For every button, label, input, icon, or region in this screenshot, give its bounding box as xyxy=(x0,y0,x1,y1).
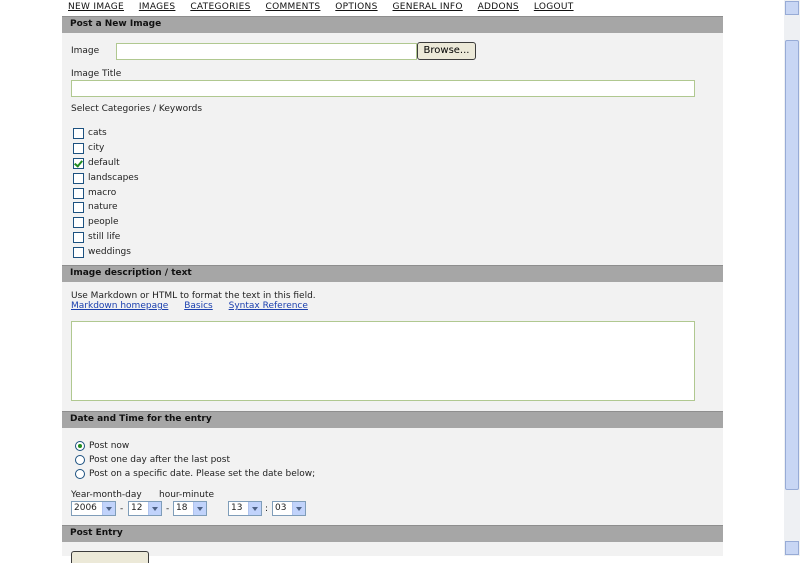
category-item[interactable]: macro xyxy=(73,186,116,200)
markdown-homepage-link[interactable]: Markdown homepage xyxy=(71,301,168,311)
category-item[interactable]: city xyxy=(73,141,104,155)
description-textarea[interactable] xyxy=(71,321,695,401)
category-label: still life xyxy=(88,232,121,242)
post-entry-header: Post Entry xyxy=(62,525,723,542)
syntax-reference-link[interactable]: Syntax Reference xyxy=(229,301,308,311)
category-checkbox[interactable] xyxy=(73,142,84,154)
chevron-down-icon[interactable] xyxy=(102,502,115,515)
category-item[interactable]: default xyxy=(73,156,120,170)
hour-select[interactable]: 13 xyxy=(228,501,262,516)
category-item[interactable]: weddings xyxy=(73,245,131,259)
image-file-input[interactable] xyxy=(116,43,417,60)
category-label: nature xyxy=(88,202,118,212)
day-value: 18 xyxy=(176,503,188,513)
description-header: Image description / text xyxy=(62,265,723,282)
category-checkbox[interactable] xyxy=(73,127,84,139)
post-after-last-label: Post one day after the last post xyxy=(89,455,231,465)
scrollbar-thumb[interactable] xyxy=(785,40,799,490)
year-value: 2006 xyxy=(74,503,97,513)
image-title-label: Image Title xyxy=(71,69,122,79)
post-now-label: Post now xyxy=(89,441,130,451)
hm-label: hour-minute xyxy=(159,490,215,500)
minute-value: 03 xyxy=(275,503,287,513)
category-checkbox[interactable] xyxy=(73,187,84,199)
image-title-input[interactable] xyxy=(71,80,695,97)
category-item[interactable]: still life xyxy=(73,230,120,244)
post-now-radio[interactable] xyxy=(75,441,85,451)
chevron-down-icon[interactable] xyxy=(148,502,161,515)
month-select[interactable]: 12 xyxy=(128,501,162,516)
markdown-links: Markdown homepage Basics Syntax Referenc… xyxy=(71,301,321,311)
nav-options[interactable]: OPTIONS xyxy=(335,2,377,12)
hour-value: 13 xyxy=(231,503,243,513)
nav-images[interactable]: IMAGES xyxy=(139,2,176,12)
post-after-last-option[interactable]: Post one day after the last post xyxy=(75,453,230,467)
category-label: weddings xyxy=(88,247,131,257)
datetime-header: Date and Time for the entry xyxy=(62,411,723,428)
scroll-down-arrow-icon[interactable] xyxy=(785,541,799,555)
month-value: 12 xyxy=(131,503,143,513)
date-separator: - xyxy=(120,504,124,514)
category-checkbox[interactable] xyxy=(73,172,84,184)
post-image-header: Post a New Image xyxy=(62,16,723,33)
ymd-label: Year-month-day xyxy=(71,490,142,500)
category-checkbox[interactable] xyxy=(73,216,84,228)
post-entry-button[interactable] xyxy=(71,551,149,563)
category-checkbox[interactable] xyxy=(73,231,84,243)
nav-comments[interactable]: COMMENTS xyxy=(265,2,320,12)
post-specific-date-option[interactable]: Post on a specific date. Please set the … xyxy=(75,467,315,481)
day-select[interactable]: 18 xyxy=(173,501,207,516)
image-label: Image xyxy=(71,46,100,56)
category-item[interactable]: nature xyxy=(73,200,118,214)
year-select[interactable]: 2006 xyxy=(71,501,116,516)
date-separator: - xyxy=(166,504,170,514)
category-item[interactable]: cats xyxy=(73,126,107,140)
scroll-up-arrow-icon[interactable] xyxy=(785,1,799,15)
category-label: city xyxy=(88,143,105,153)
category-label: people xyxy=(88,217,119,227)
nav-new-image[interactable]: NEW IMAGE xyxy=(68,2,124,12)
top-nav: NEW IMAGE IMAGES CATEGORIES COMMENTS OPT… xyxy=(68,2,586,15)
chevron-down-icon[interactable] xyxy=(248,502,261,515)
post-now-option[interactable]: Post now xyxy=(75,439,129,453)
categories-label: Select Categories / Keywords xyxy=(71,104,203,114)
category-label: landscapes xyxy=(88,173,139,183)
category-checkbox[interactable] xyxy=(73,201,84,213)
category-checkbox[interactable] xyxy=(73,246,84,258)
nav-addons[interactable]: ADDONS xyxy=(478,2,519,12)
category-item[interactable]: people xyxy=(73,215,119,229)
category-label: default xyxy=(88,158,120,168)
minute-select[interactable]: 03 xyxy=(272,501,306,516)
nav-general-info[interactable]: GENERAL INFO xyxy=(392,2,462,12)
main-panel: Post a New Image Image Browse... Image T… xyxy=(62,16,723,563)
category-label: macro xyxy=(88,188,117,198)
markdown-hint: Use Markdown or HTML to format the text … xyxy=(71,291,316,301)
post-after-last-radio[interactable] xyxy=(75,455,85,465)
nav-logout[interactable]: LOGOUT xyxy=(534,2,574,12)
time-separator: : xyxy=(265,504,269,514)
post-specific-date-radio[interactable] xyxy=(75,469,85,479)
chevron-down-icon[interactable] xyxy=(292,502,305,515)
chevron-down-icon[interactable] xyxy=(193,502,206,515)
vertical-scrollbar[interactable] xyxy=(784,0,800,556)
basics-link[interactable]: Basics xyxy=(184,301,213,311)
category-item[interactable]: landscapes xyxy=(73,171,139,185)
category-label: cats xyxy=(88,128,107,138)
browse-button[interactable]: Browse... xyxy=(417,42,476,60)
nav-categories[interactable]: CATEGORIES xyxy=(190,2,250,12)
category-checkbox[interactable] xyxy=(73,157,84,169)
post-specific-date-label: Post on a specific date. Please set the … xyxy=(89,469,316,479)
